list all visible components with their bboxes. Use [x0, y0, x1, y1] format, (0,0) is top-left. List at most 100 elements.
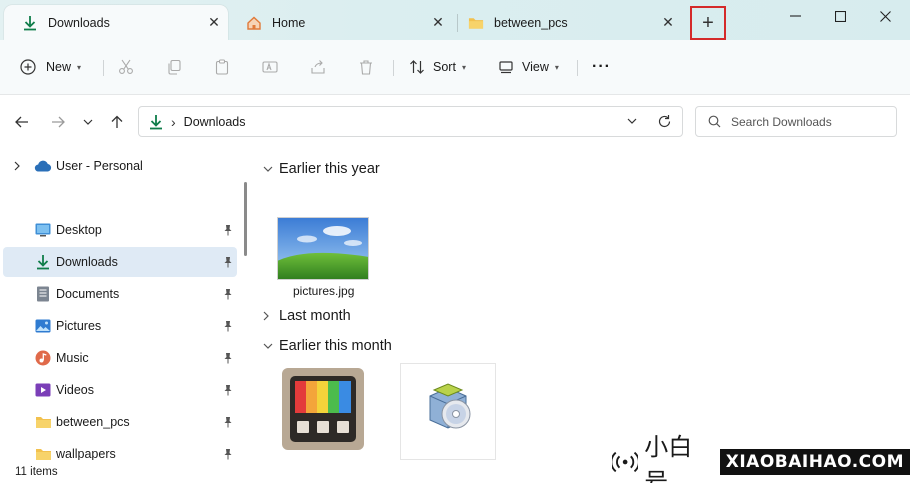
file-item-powertoys-installer[interactable] [281, 367, 367, 455]
file-name: pictures.jpg [293, 284, 355, 298]
close-window-button[interactable] [862, 0, 908, 32]
plus-circle-icon [20, 59, 36, 75]
search-input[interactable] [731, 114, 891, 129]
copy-icon [166, 59, 182, 75]
group-header-earlier-this-month[interactable]: Earlier this month [263, 335, 392, 357]
tab-home[interactable]: Home ✕ [228, 5, 452, 40]
new-label: New [46, 60, 72, 74]
group-label: Earlier this month [279, 338, 392, 354]
nav-item-music[interactable]: Music [3, 343, 237, 373]
pin-icon[interactable] [222, 415, 234, 429]
breadcrumb-separator[interactable]: › [171, 114, 176, 130]
file-item-pictures-jpg[interactable]: pictures.jpg [275, 216, 371, 302]
folder-icon [34, 445, 52, 460]
rename-icon [262, 59, 278, 75]
maximize-button[interactable] [817, 0, 863, 32]
cloud-icon [34, 157, 52, 175]
address-row: › Downloads [0, 95, 910, 150]
paste-button[interactable] [214, 52, 230, 82]
powertoys-installer-icon [282, 368, 364, 450]
chevron-down-icon [263, 166, 279, 172]
cut-button[interactable] [118, 52, 134, 82]
back-button[interactable] [11, 111, 33, 133]
tab-label: between_pcs [494, 15, 568, 30]
address-bar[interactable]: › Downloads [138, 106, 683, 137]
watermark-en: XIAOBAIHAO.COM [719, 449, 910, 475]
search-icon [708, 115, 721, 128]
breadcrumb-downloads[interactable]: Downloads [184, 115, 246, 129]
pin-icon[interactable] [222, 223, 234, 237]
share-icon [310, 59, 326, 75]
pictures-icon [34, 317, 52, 335]
nav-item-videos[interactable]: Videos [3, 375, 237, 405]
view-label: View [522, 60, 549, 74]
watermark-brand: 小白号 XIAOBAIHAO.COM [612, 433, 910, 483]
close-icon[interactable]: ✕ [654, 14, 682, 31]
sort-button[interactable]: Sort ▾ [409, 52, 466, 82]
forward-button[interactable] [47, 111, 69, 133]
pin-icon[interactable] [222, 383, 234, 397]
pin-icon[interactable] [222, 287, 234, 301]
clipboard-icon [214, 59, 230, 75]
scissors-icon [118, 59, 134, 75]
tab-label: Downloads [48, 15, 110, 30]
nav-item-documents[interactable]: Documents [3, 279, 237, 309]
folder-icon [468, 15, 484, 31]
nav-item-label: Videos [56, 383, 94, 397]
minimize-button[interactable] [772, 0, 818, 32]
desktop-icon [34, 221, 52, 239]
navpane-scrollbar[interactable] [244, 182, 247, 256]
file-item-setup[interactable] [400, 363, 496, 460]
group-header-earlier-this-year[interactable]: Earlier this year [263, 158, 380, 180]
trash-icon [358, 59, 374, 75]
delete-button[interactable] [358, 52, 374, 82]
close-icon[interactable]: ✕ [200, 14, 228, 31]
new-tab-button[interactable]: + [690, 6, 726, 40]
chevron-right-icon[interactable] [14, 161, 20, 171]
download-icon [149, 114, 163, 130]
up-button[interactable] [106, 111, 128, 133]
nav-item-label: Desktop [56, 223, 102, 237]
tab-downloads[interactable]: Downloads ✕ [4, 5, 228, 40]
pin-icon[interactable] [222, 255, 234, 269]
file-list: Earlier this year pictures.jpg Last mont… [253, 150, 910, 460]
rename-button[interactable] [262, 52, 278, 82]
view-button[interactable]: View ▾ [498, 52, 559, 82]
group-label: Earlier this year [279, 161, 380, 177]
tab-between-pcs[interactable]: between_pcs ✕ [450, 5, 682, 40]
nav-item-label: Downloads [56, 255, 118, 269]
folder-icon [34, 413, 52, 431]
chevron-right-icon [263, 311, 279, 321]
nav-item-downloads[interactable]: Downloads [3, 247, 237, 277]
close-icon[interactable]: ✕ [424, 14, 452, 31]
copy-button[interactable] [166, 52, 182, 82]
nav-item-label: Documents [56, 287, 120, 301]
recent-locations-button[interactable] [77, 111, 99, 133]
view-icon [498, 59, 514, 75]
group-label: Last month [279, 308, 351, 324]
watermark-cn: 小白号 [644, 433, 693, 483]
search-box[interactable] [695, 106, 897, 137]
home-icon [246, 15, 262, 31]
refresh-icon[interactable] [657, 114, 672, 129]
nav-item-between-pcs[interactable]: between_pcs [3, 407, 237, 437]
download-icon [34, 253, 52, 271]
nav-item-label: between_pcs [56, 415, 130, 429]
image-thumbnail-icon [277, 217, 369, 280]
divider [393, 60, 394, 76]
pin-icon[interactable] [222, 319, 234, 333]
videos-icon [34, 381, 52, 399]
nav-item-wallpapers[interactable]: wallpapers [3, 439, 237, 460]
address-history-dropdown[interactable] [627, 118, 637, 124]
pin-icon[interactable] [222, 447, 234, 460]
group-header-last-month[interactable]: Last month [263, 305, 351, 327]
share-button[interactable] [310, 52, 326, 82]
more-options-button[interactable]: ··· [592, 52, 611, 82]
nav-item-user-personal[interactable]: User - Personal [3, 151, 237, 181]
nav-item-pictures[interactable]: Pictures [3, 311, 237, 341]
music-icon [34, 349, 52, 367]
nav-item-desktop[interactable]: Desktop [3, 215, 237, 245]
navigation-pane: User - Personal Desktop Downloads Docume… [0, 150, 253, 460]
new-button[interactable]: New ▾ [20, 52, 81, 82]
pin-icon[interactable] [222, 351, 234, 365]
